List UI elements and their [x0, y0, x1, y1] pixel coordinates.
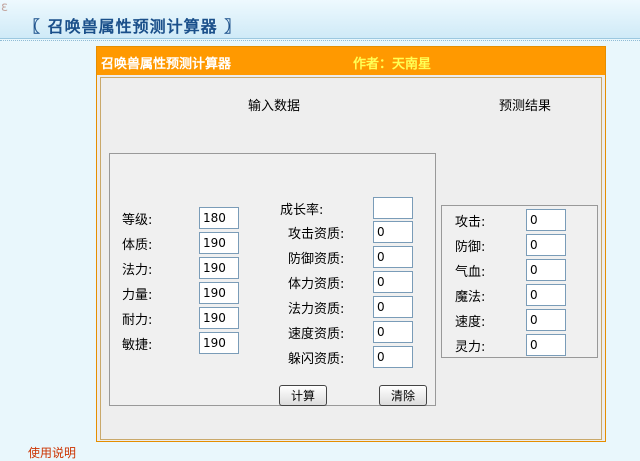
result-spirit-field[interactable] — [526, 334, 566, 356]
input-section-title: 输入数据 — [248, 99, 301, 114]
result-attack-field[interactable] — [526, 209, 566, 231]
magic-label: 法力: — [122, 263, 153, 278]
strength-label: 力量: — [122, 288, 153, 303]
level-input[interactable] — [199, 207, 239, 229]
result-speed-label: 速度: — [455, 315, 486, 330]
usage-instructions-link[interactable]: 使用说明 — [28, 444, 76, 461]
calculator-panel: 召唤兽属性预测计算器 作者：天南星 输入数据 预测结果 等级: 体质: 法力: … — [96, 46, 606, 442]
attack-aptitude-input[interactable] — [373, 221, 413, 243]
growth-rate-label: 成长率: — [280, 203, 324, 218]
page-header: 〖 召唤兽属性预测计算器 〗 — [0, 0, 640, 39]
result-speed-field[interactable] — [526, 309, 566, 331]
endurance-label: 耐力: — [122, 313, 153, 328]
agility-label: 敏捷: — [122, 338, 153, 353]
constitution-input[interactable] — [199, 232, 239, 254]
clear-button[interactable]: 清除 — [379, 385, 427, 406]
side-decoration-glyph: ε — [1, 0, 9, 15]
defense-aptitude-input[interactable] — [373, 246, 413, 268]
endurance-input[interactable] — [199, 307, 239, 329]
agility-input[interactable] — [199, 332, 239, 354]
dodge-aptitude-input[interactable] — [373, 346, 413, 368]
stamina-aptitude-label: 体力资质: — [288, 277, 345, 292]
speed-aptitude-label: 速度资质: — [288, 327, 345, 342]
page-title: 〖 召唤兽属性预测计算器 〗 — [24, 17, 242, 36]
calculator-body: 输入数据 预测结果 等级: 体质: 法力: 力量: 耐力: 敏捷: 成长率: 攻… — [100, 77, 602, 440]
constitution-label: 体质: — [122, 238, 153, 253]
calculator-title: 召唤兽属性预测计算器 — [101, 57, 232, 72]
stamina-aptitude-input[interactable] — [373, 271, 413, 293]
result-mp-label: 魔法: — [455, 290, 486, 305]
result-attack-label: 攻击: — [455, 215, 486, 230]
growth-rate-input[interactable] — [373, 197, 413, 219]
result-mp-field[interactable] — [526, 284, 566, 306]
magic-aptitude-input[interactable] — [373, 296, 413, 318]
result-hp-label: 气血: — [455, 265, 486, 280]
strength-input[interactable] — [199, 282, 239, 304]
result-defense-field[interactable] — [526, 234, 566, 256]
attack-aptitude-label: 攻击资质: — [288, 227, 345, 242]
result-section-title: 预测结果 — [499, 99, 552, 114]
input-data-group: 等级: 体质: 法力: 力量: 耐力: 敏捷: 成长率: 攻击资质: 防御资质:… — [109, 153, 436, 406]
level-label: 等级: — [122, 213, 153, 228]
dodge-aptitude-label: 躲闪资质: — [288, 352, 345, 367]
speed-aptitude-input[interactable] — [373, 321, 413, 343]
calculate-button[interactable]: 计算 — [279, 385, 327, 406]
magic-input[interactable] — [199, 257, 239, 279]
result-hp-field[interactable] — [526, 259, 566, 281]
author-credit: 作者：天南星 — [353, 57, 432, 72]
header-divider — [0, 40, 640, 41]
magic-aptitude-label: 法力资质: — [288, 302, 345, 317]
calculator-header: 召唤兽属性预测计算器 作者：天南星 — [97, 47, 605, 75]
defense-aptitude-label: 防御资质: — [288, 252, 345, 267]
prediction-result-group: 攻击: 防御: 气血: 魔法: 速度: 灵力: — [441, 205, 598, 358]
result-defense-label: 防御: — [455, 240, 486, 255]
result-spirit-label: 灵力: — [455, 340, 486, 355]
